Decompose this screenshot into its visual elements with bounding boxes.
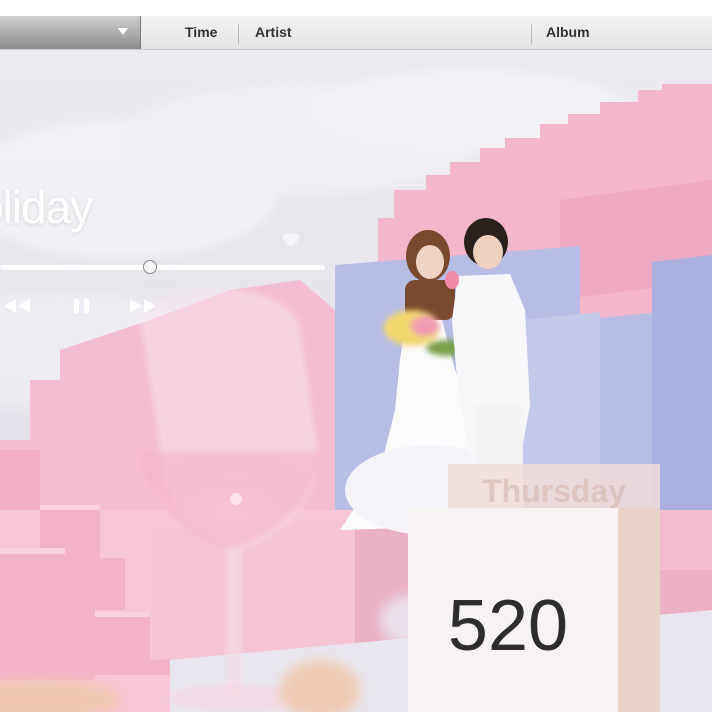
column-header-artist[interactable]: Artist bbox=[255, 16, 292, 49]
song-title: oliday bbox=[0, 181, 93, 233]
window-top-strip bbox=[0, 0, 712, 16]
column-divider[interactable] bbox=[238, 24, 239, 44]
album-art-background: Thursday 520 bbox=[0, 50, 712, 712]
pause-icon[interactable] bbox=[72, 296, 92, 316]
wedding-photo-illustration: Thursday 520 bbox=[0, 50, 712, 712]
view-selector-dropdown[interactable] bbox=[0, 16, 141, 49]
previous-icon[interactable] bbox=[0, 296, 34, 316]
progress-knob[interactable] bbox=[142, 260, 157, 274]
column-header-time[interactable]: Time bbox=[185, 16, 217, 49]
heart-icon[interactable] bbox=[281, 230, 301, 250]
column-header-album[interactable]: Album bbox=[546, 16, 590, 49]
column-divider[interactable] bbox=[531, 24, 532, 44]
next-icon[interactable] bbox=[128, 296, 162, 316]
progress-bar[interactable] bbox=[0, 265, 325, 270]
chevron-down-icon[interactable] bbox=[118, 28, 128, 35]
sign-weekday-text: Thursday bbox=[482, 473, 626, 509]
sign-number-text: 520 bbox=[448, 586, 568, 666]
